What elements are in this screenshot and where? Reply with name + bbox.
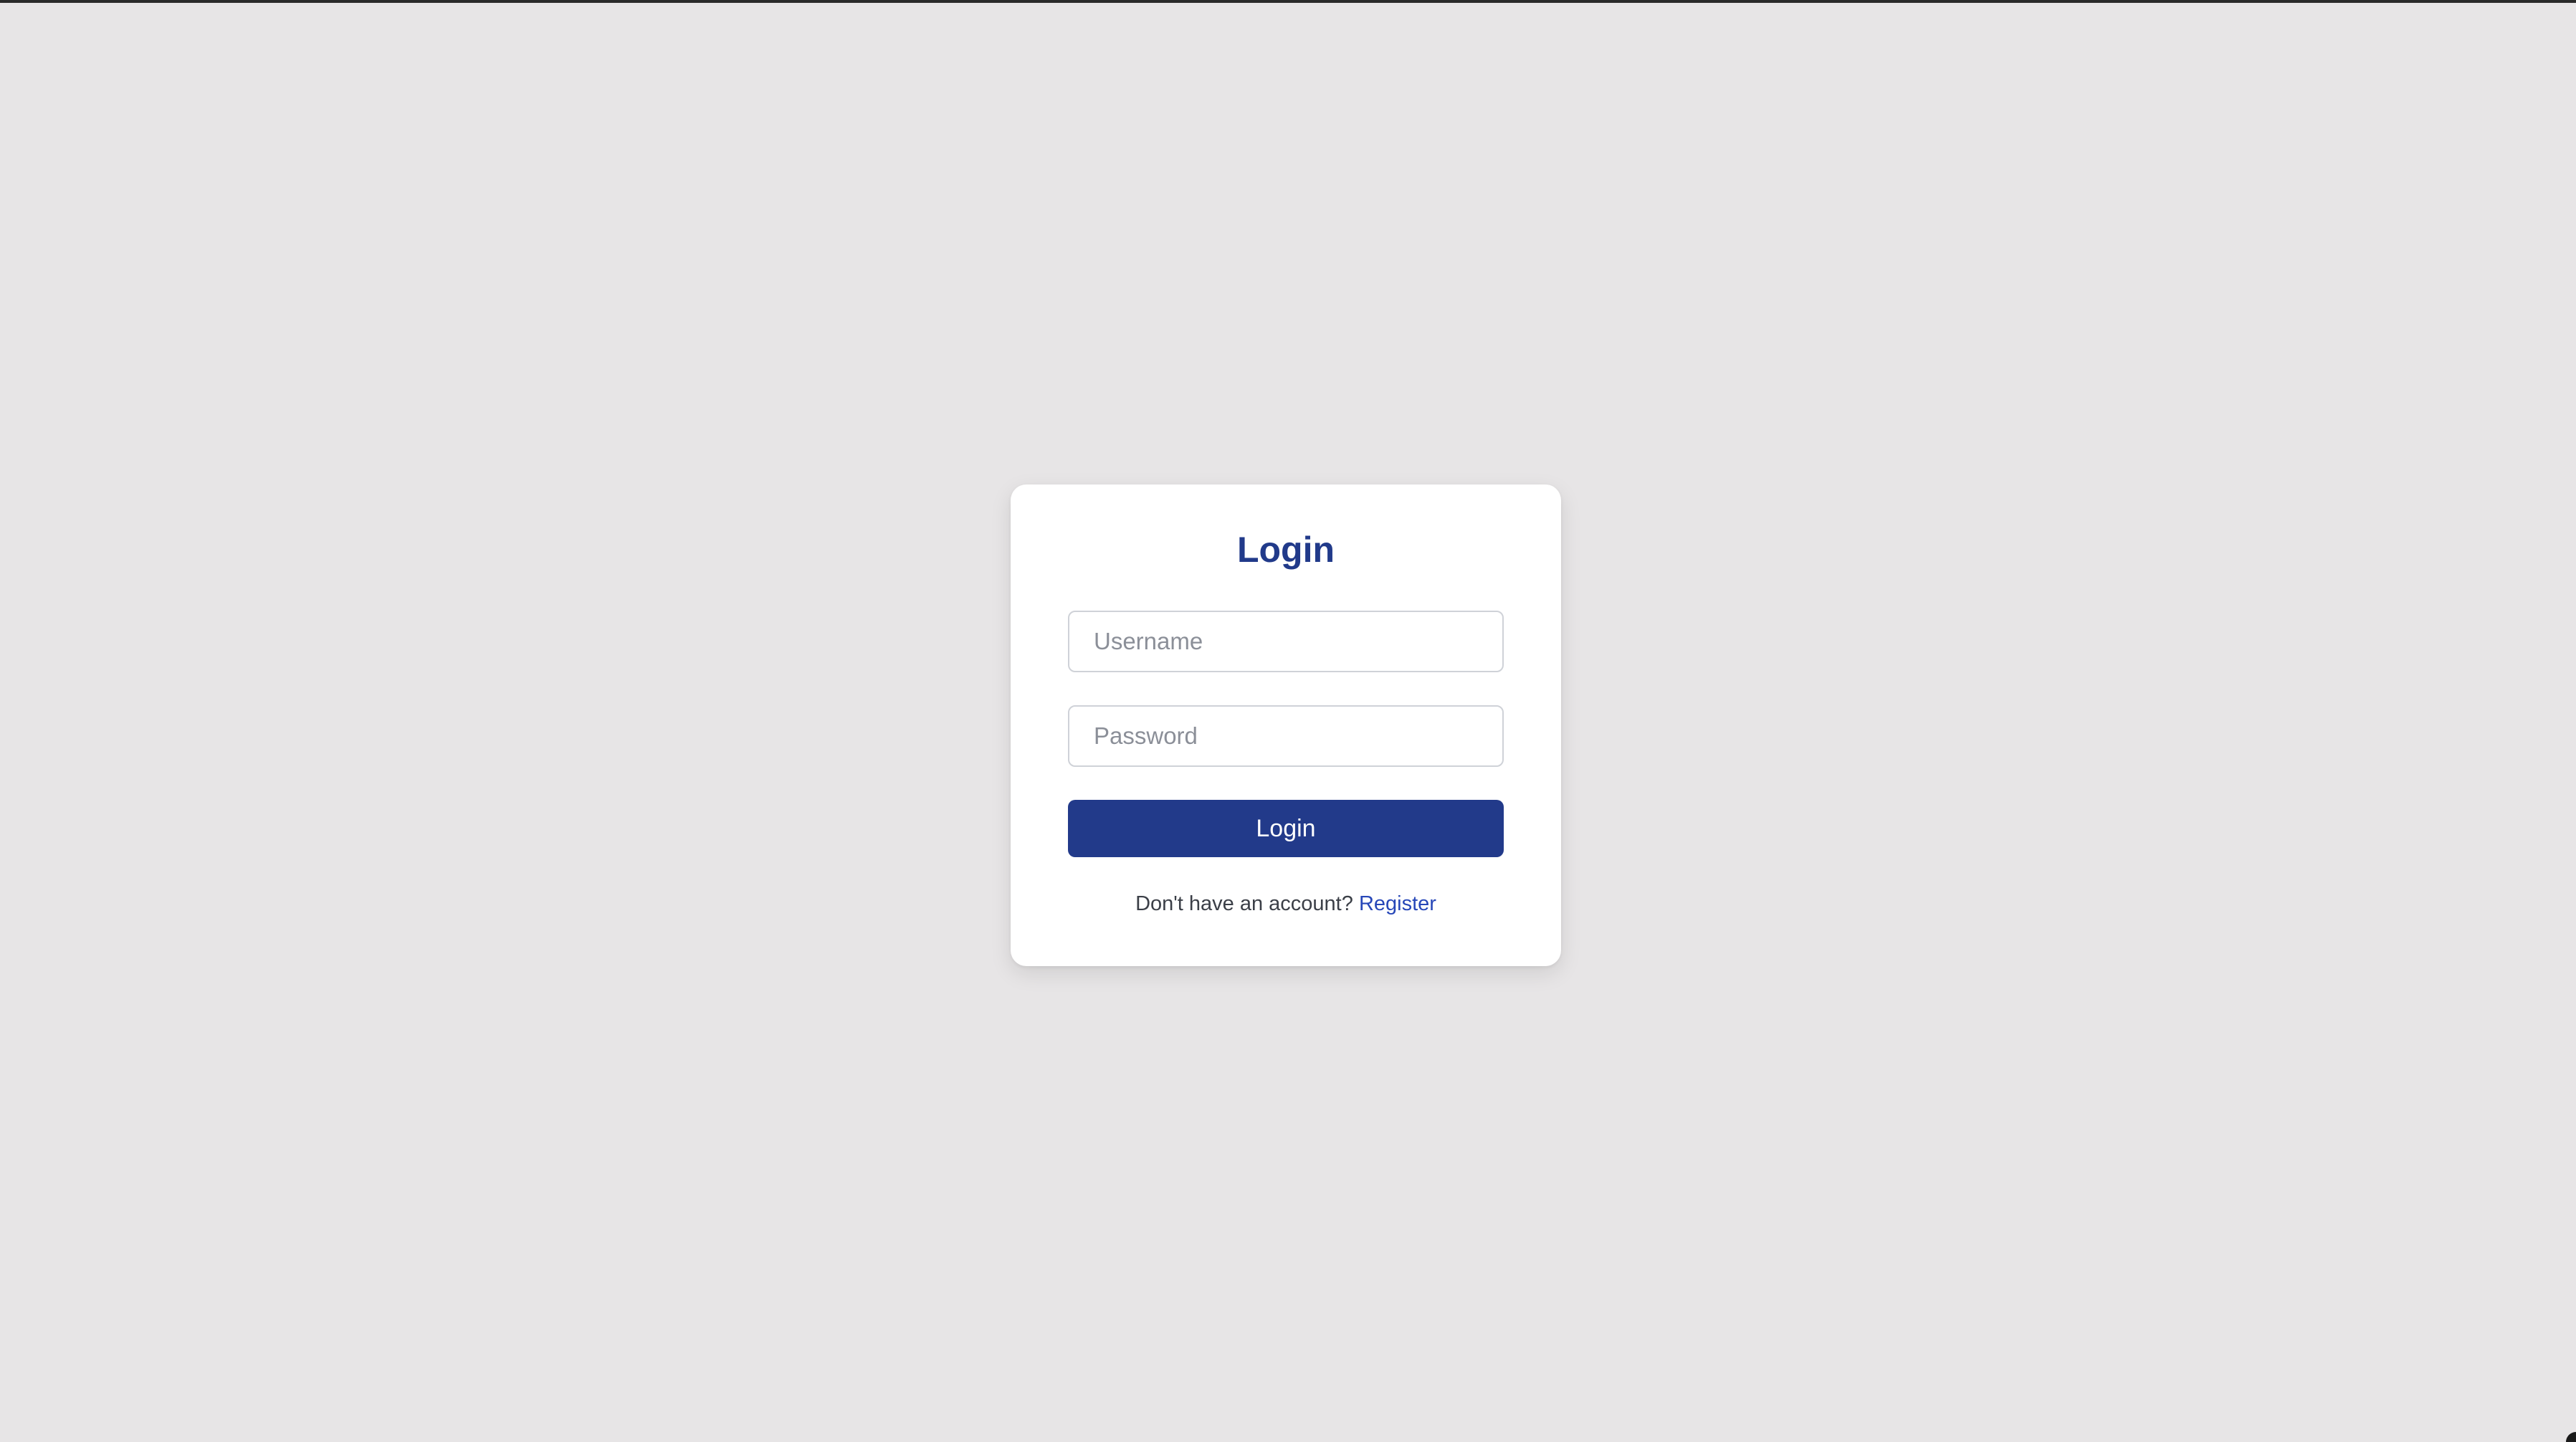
login-card: Login Login Don't have an account? Regis…: [1011, 484, 1561, 966]
register-prompt: Don't have an account?: [1135, 892, 1353, 915]
register-link[interactable]: Register: [1359, 892, 1436, 915]
login-page: Login Login Don't have an account? Regis…: [0, 0, 2576, 1442]
register-row: Don't have an account? Register: [1011, 892, 1561, 917]
username-input[interactable]: [1068, 611, 1504, 672]
login-button[interactable]: Login: [1068, 800, 1504, 857]
login-title: Login: [1236, 530, 1335, 570]
window-corner: [2566, 1432, 2576, 1442]
password-input[interactable]: [1068, 705, 1504, 767]
